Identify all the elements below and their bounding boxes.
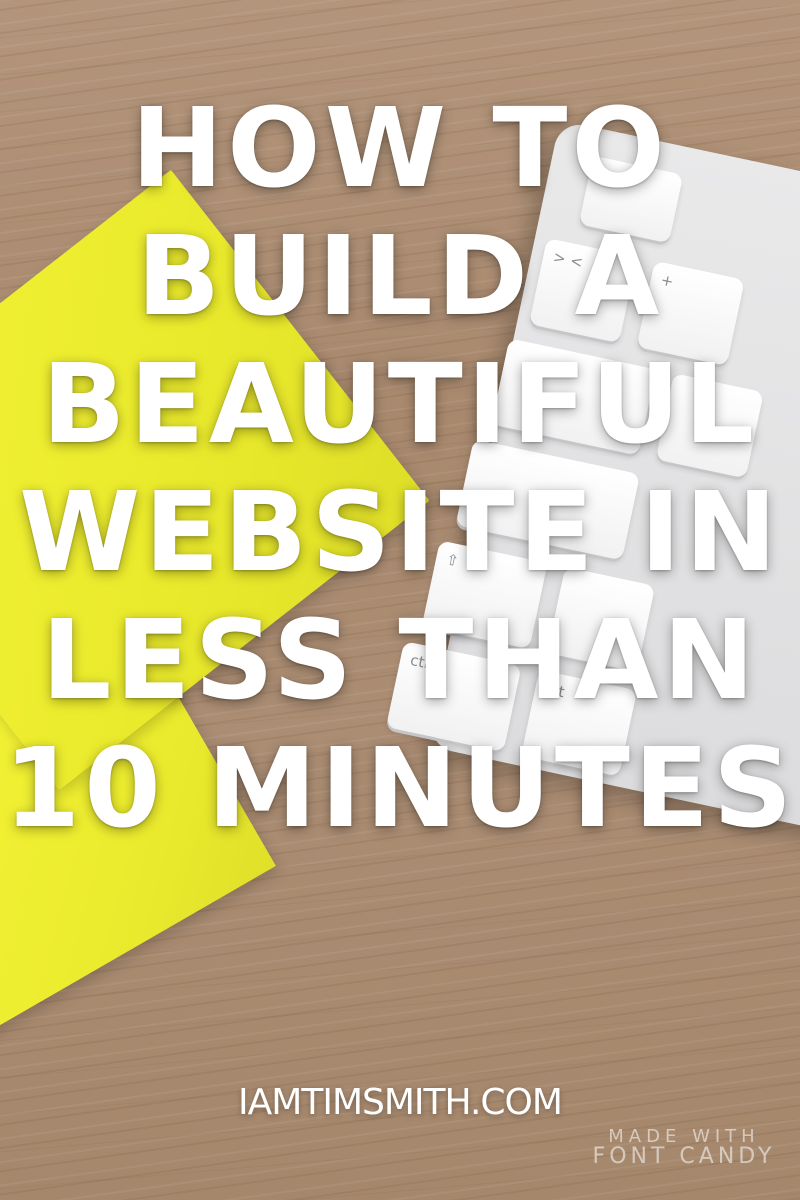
headline-line-2: BUILD A <box>136 212 664 340</box>
headline-line-1: HOW TO <box>131 84 669 212</box>
headline-line-4: WEBSITE IN <box>19 468 781 596</box>
website-url: IAMTIMSMITH.COM <box>238 1082 563 1123</box>
headline-line-6: 10 MINUTES <box>3 724 797 852</box>
headline-line-5: LESS THAN <box>41 596 759 724</box>
watermark-line-2: FONT CANDY <box>592 1144 776 1169</box>
poster: esc > < + ⇧ ctrl alt HOW TO BUILD A BEAU… <box>0 0 800 1200</box>
headline-line-3: BEAUTIFUL <box>41 340 759 468</box>
font-candy-watermark: MADE WITH FONT CANDY <box>584 1128 784 1168</box>
headline: HOW TO BUILD A BEAUTIFUL WEBSITE IN LESS… <box>0 84 800 852</box>
